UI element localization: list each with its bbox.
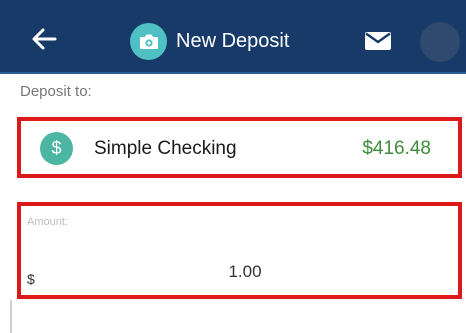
camera-badge — [130, 23, 167, 60]
account-balance: $416.48 — [362, 138, 431, 159]
app-header: New Deposit — [0, 0, 466, 74]
amount-label: Amount: — [27, 216, 68, 228]
account-selector[interactable]: $ Simple Checking $416.48 — [17, 117, 462, 178]
deposit-to-label: Deposit to: — [20, 83, 92, 100]
page-title: New Deposit — [176, 30, 290, 52]
amount-field-container[interactable]: Amount: $ — [17, 202, 462, 299]
back-arrow-icon[interactable] — [30, 27, 58, 51]
camera-icon — [139, 34, 158, 49]
account-name: Simple Checking — [94, 138, 237, 159]
dollar-icon: $ — [40, 132, 73, 165]
amount-input[interactable] — [45, 258, 445, 286]
avatar[interactable] — [420, 22, 460, 62]
currency-symbol: $ — [27, 271, 35, 287]
divider — [10, 300, 12, 333]
mail-icon[interactable] — [364, 31, 392, 51]
